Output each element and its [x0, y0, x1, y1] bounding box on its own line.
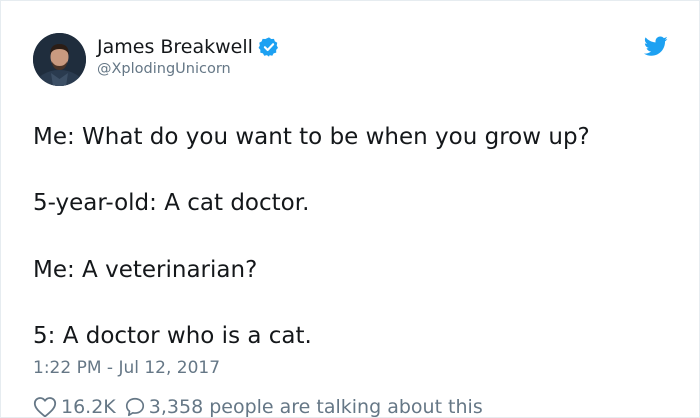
verified-badge-icon: [258, 36, 280, 58]
tweet-card: James Breakwell @XplodingUnicorn Me: Wha…: [0, 0, 700, 418]
author-handle[interactable]: @XplodingUnicorn: [97, 60, 231, 78]
speech-bubble-icon[interactable]: [124, 396, 146, 418]
conversation-count[interactable]: 3,358 people are talking about this: [149, 396, 483, 417]
like-count: 16.2K: [61, 396, 116, 418]
tweet-line: 5-year-old: A cat doctor.: [33, 190, 310, 216]
tweet-line: 5: A doctor who is a cat.: [33, 323, 312, 349]
author-name-row: James Breakwell: [97, 33, 280, 61]
avatar-image: [33, 33, 86, 86]
display-name[interactable]: James Breakwell: [97, 34, 253, 60]
twitter-bird-icon[interactable]: [643, 36, 668, 57]
heart-icon[interactable]: [33, 396, 57, 418]
avatar[interactable]: [33, 33, 86, 86]
tweet-line: Me: What do you want to be when you grow…: [33, 124, 590, 150]
tweet-line: Me: A veterinarian?: [33, 257, 258, 283]
engagement-bar: 16.2K 3,358 people are talking about thi…: [33, 393, 483, 418]
tweet-timestamp[interactable]: 1:22 PM - Jul 12, 2017: [33, 357, 220, 379]
